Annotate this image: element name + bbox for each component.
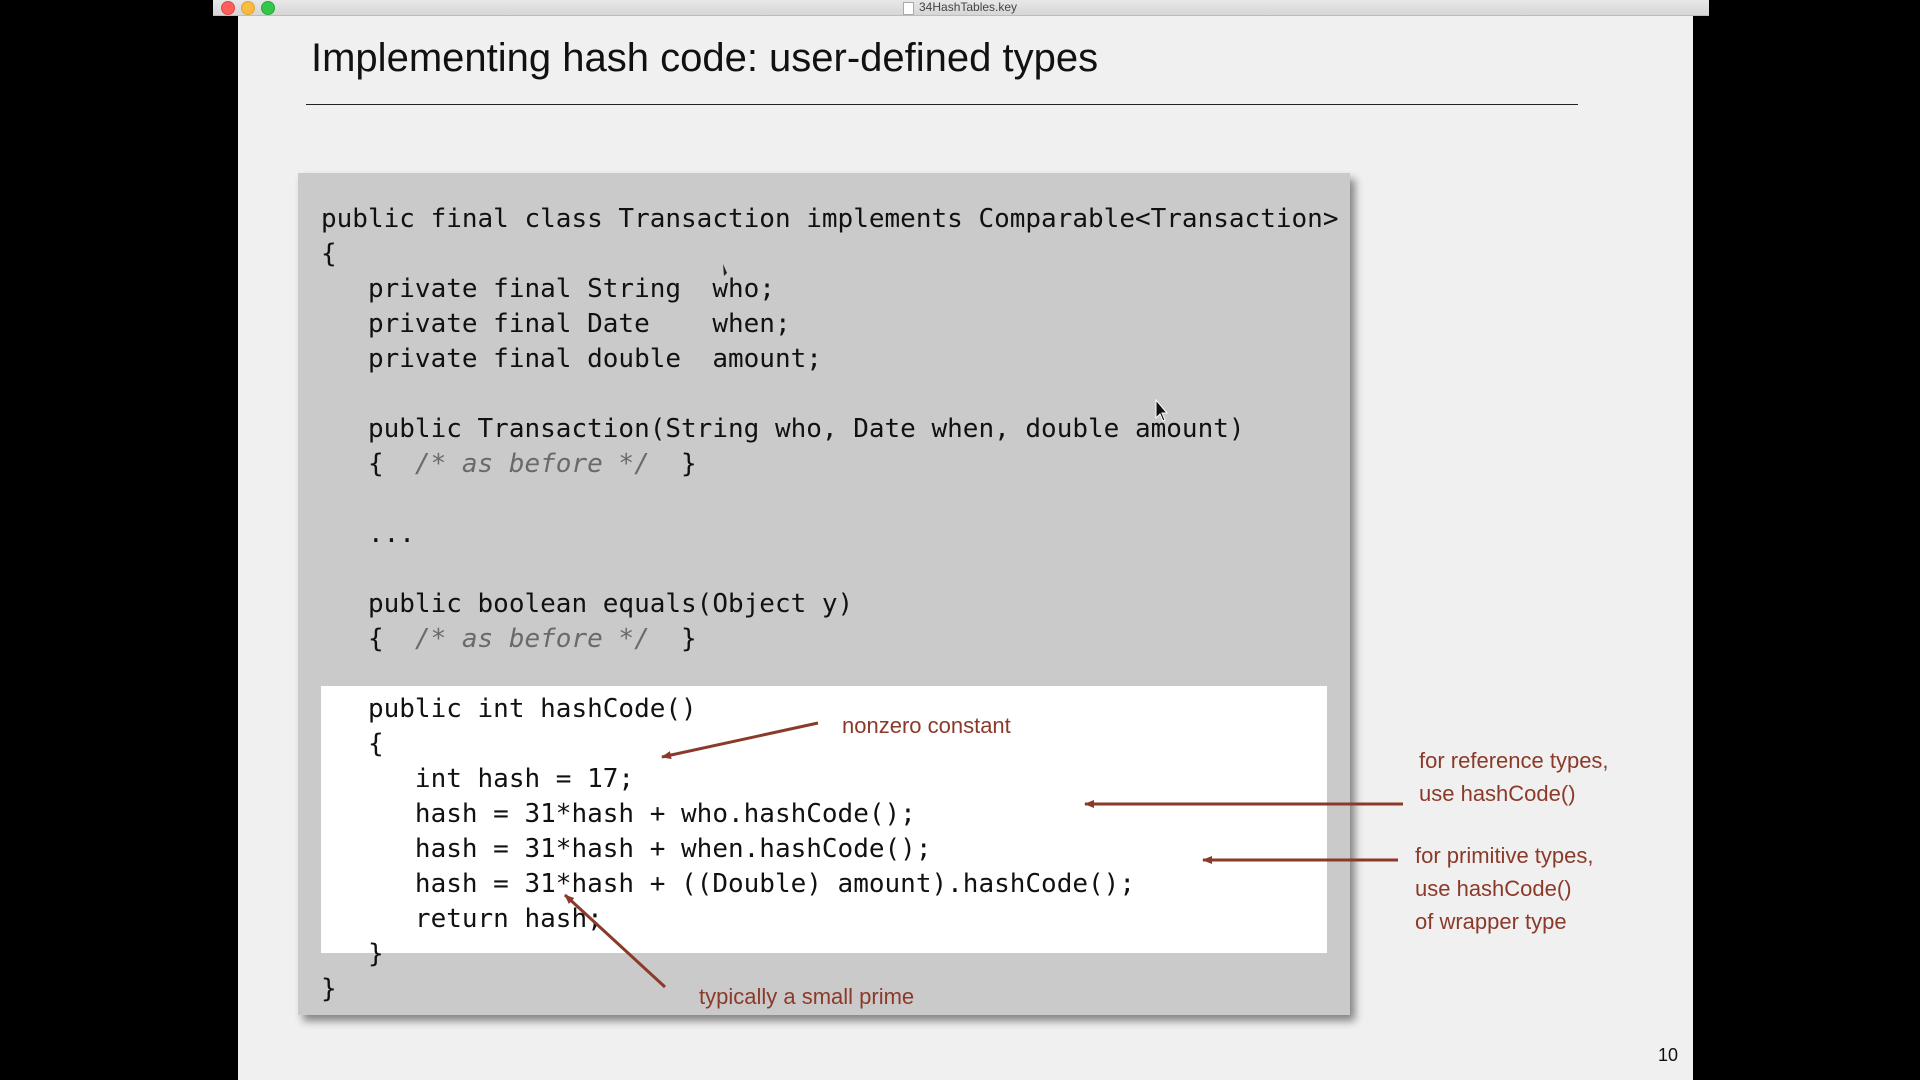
code-line: { [321, 729, 384, 759]
code-comment: /* as before */ [414, 449, 650, 479]
annotation-nonzero-constant: nonzero constant [842, 713, 1011, 738]
slide-canvas: Implementing hash code: user-defined typ… [238, 16, 1693, 1080]
code-text: } [649, 624, 697, 654]
code-line: private final Date when; [321, 309, 791, 339]
code-line: } [321, 939, 384, 969]
fullscreen-window-button[interactable] [261, 1, 275, 15]
code-text: { [321, 449, 415, 479]
slide-title: Implementing hash code: user-defined typ… [311, 36, 1099, 80]
annotation-primitive-types-line2: use hashCode() [1415, 876, 1572, 901]
code-line: { /* as before */ } [321, 624, 697, 654]
code-line: private final String who; [321, 274, 775, 304]
code-line: ... [321, 519, 415, 549]
code-line: } [321, 974, 337, 1004]
code-comment: /* as before */ [414, 624, 650, 654]
code-line: hash = 31*hash + when.hashCode(); [321, 834, 932, 864]
keynote-window: 34HashTables.key Implementing hash code:… [213, 0, 1709, 1080]
window-titlebar[interactable]: 34HashTables.key [213, 0, 1709, 16]
code-line: hash = 31*hash + who.hashCode(); [321, 799, 916, 829]
annotation-primitive-types-line1: for primitive types, [1415, 843, 1594, 868]
code-line: return hash; [321, 904, 603, 934]
document-icon [903, 2, 914, 15]
minimize-window-button[interactable] [241, 1, 255, 15]
code-line: public int hashCode() [321, 694, 697, 724]
slide-page-number: 10 [1658, 1045, 1679, 1065]
window-title: 34HashTables.key [919, 0, 1018, 14]
code-line: public Transaction(String who, Date when… [321, 414, 1245, 444]
title-divider [306, 104, 1578, 105]
code-line: hash = 31*hash + ((Double) amount).hashC… [321, 869, 1135, 899]
code-line: public boolean equals(Object y) [321, 589, 854, 619]
annotation-primitive-types-line3: of wrapper type [1415, 909, 1567, 934]
code-text: { [321, 624, 415, 654]
code-line: { /* as before */ } [321, 449, 697, 479]
annotation-reference-types-line2: use hashCode() [1419, 781, 1576, 806]
code-line: public final class Transaction implement… [321, 204, 1339, 234]
left-black-bar [213, 16, 238, 1080]
annotation-small-prime: typically a small prime [699, 984, 915, 1009]
annotation-reference-types-line1: for reference types, [1419, 748, 1609, 773]
code-line: { [321, 239, 337, 269]
code-line: int hash = 17; [321, 764, 635, 794]
close-window-button[interactable] [221, 1, 235, 15]
right-black-bar [1693, 16, 1709, 1080]
code-line: private final double amount; [321, 344, 822, 374]
code-text: } [649, 449, 697, 479]
